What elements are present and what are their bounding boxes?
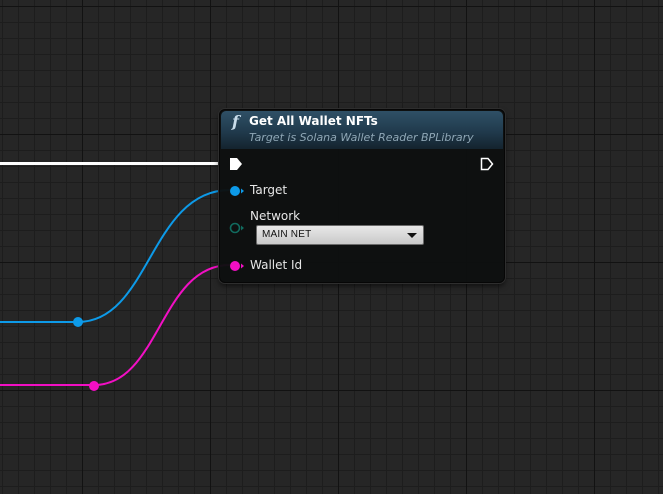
network-dropdown-value: MAIN NET	[262, 229, 312, 240]
function-icon: f	[232, 112, 239, 131]
network-pin[interactable]	[229, 221, 245, 235]
exec-pin-icon	[230, 158, 242, 170]
node-title: Get All Wallet NFTs	[249, 114, 378, 128]
exec-pin-icon	[480, 157, 494, 171]
chevron-down-icon	[407, 233, 417, 238]
enum-pin-icon	[229, 222, 244, 234]
wallet-id-pin-label: Wallet Id	[250, 258, 303, 272]
get-all-wallet-nfts-node[interactable]: f Get All Wallet NFTs Target is Solana W…	[219, 109, 505, 283]
wallet-id-wire-reroute-knot[interactable]	[89, 381, 99, 391]
wallet-id-pin[interactable]	[229, 259, 245, 273]
exec-input-pin[interactable]	[229, 157, 243, 171]
node-header[interactable]: f Get All Wallet NFTs Target is Solana W…	[221, 111, 503, 149]
wallet-id-wire[interactable]	[0, 264, 231, 386]
node-subtitle: Target is Solana Wallet Reader BPLibrary	[249, 131, 474, 144]
network-pin-label: Network	[250, 209, 301, 223]
object-pin-icon	[230, 186, 244, 196]
target-wire-reroute-knot[interactable]	[73, 317, 83, 327]
string-pin-icon	[230, 261, 244, 271]
network-dropdown[interactable]: MAIN NET	[256, 225, 424, 245]
exec-output-pin[interactable]	[480, 157, 494, 171]
target-wire[interactable]	[0, 189, 231, 323]
target-pin[interactable]	[229, 184, 245, 198]
target-pin-label: Target	[250, 183, 288, 197]
